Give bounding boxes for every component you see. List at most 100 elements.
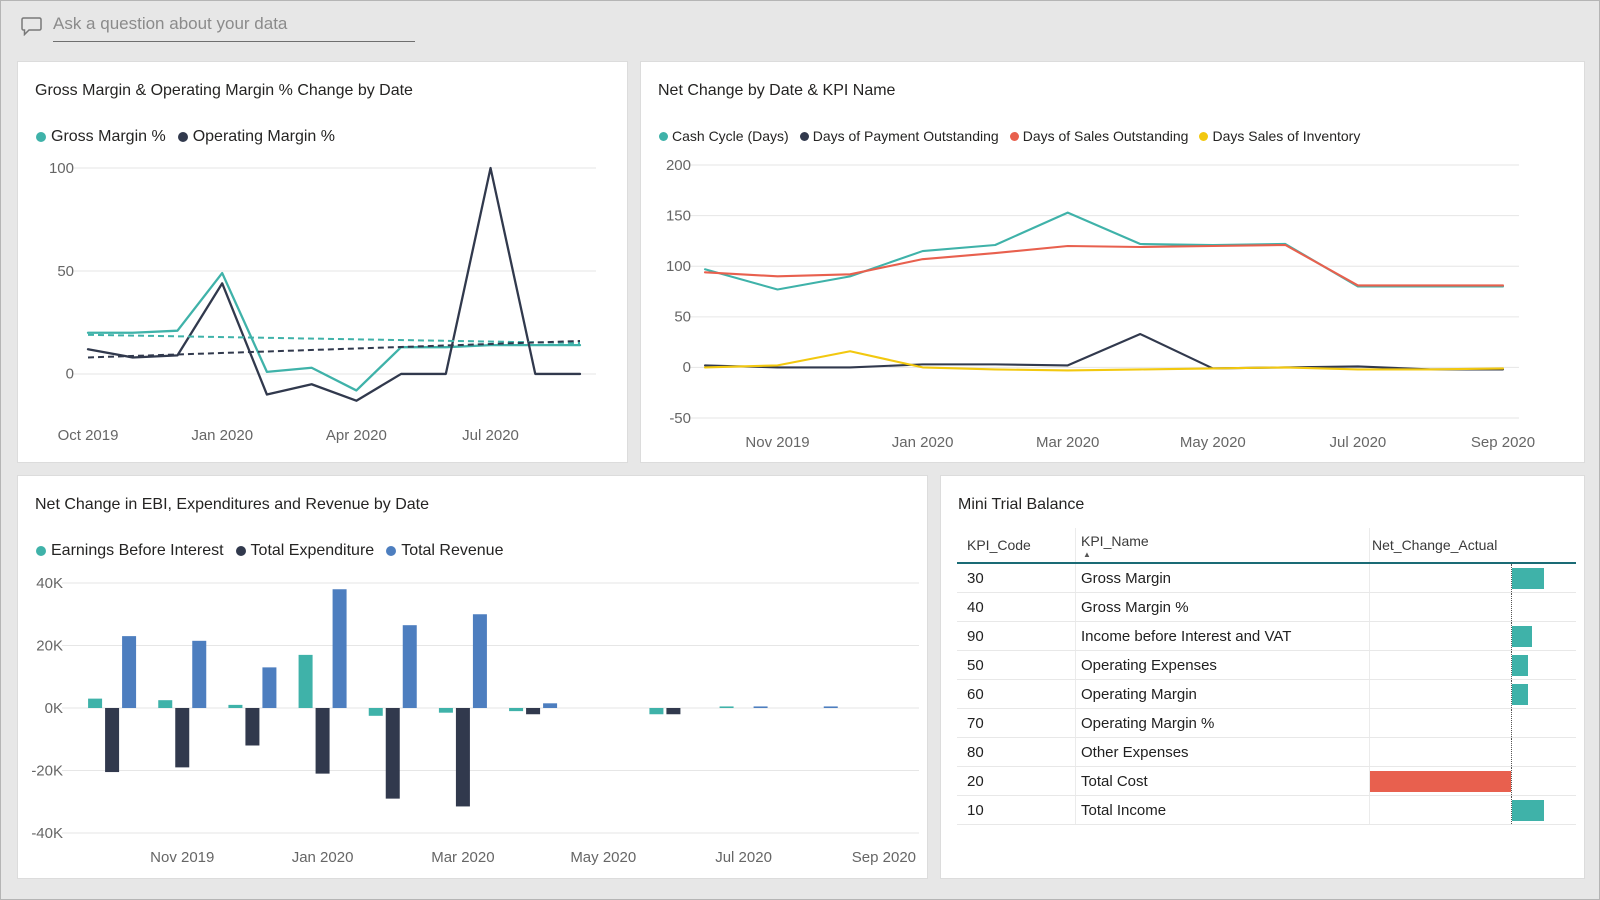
trendline[interactable] <box>88 341 580 357</box>
bar[interactable] <box>105 708 119 772</box>
legend-item[interactable]: Total Revenue <box>386 542 503 560</box>
kpi-line-chart[interactable]: 200150100500-50Nov 2019Jan 2020Mar 2020M… <box>649 154 1576 458</box>
cell-kpi-name: Operating Margin <box>1075 680 1369 708</box>
bar[interactable] <box>158 700 172 708</box>
col-header-net-change[interactable]: Net_Change_Actual <box>1369 528 1576 562</box>
bar[interactable] <box>543 703 557 708</box>
legend-dot-icon <box>659 132 668 141</box>
bar[interactable] <box>720 706 734 708</box>
bar[interactable] <box>245 708 259 746</box>
cell-kpi-name: Total Cost <box>1075 767 1369 795</box>
cell-kpi-name: Other Expenses <box>1075 738 1369 766</box>
legend-label: Days of Payment Outstanding <box>813 128 999 144</box>
table-row[interactable]: 90Income before Interest and VAT <box>957 622 1576 651</box>
bar[interactable] <box>122 636 136 708</box>
table-row[interactable]: 10Total Income <box>957 796 1576 825</box>
cell-kpi-code: 40 <box>957 593 1075 621</box>
x-axis-tick: Sep 2020 <box>1471 434 1535 451</box>
bar[interactable] <box>456 708 470 806</box>
legend-item[interactable]: Gross Margin % <box>36 128 166 146</box>
cell-net-change <box>1369 564 1576 592</box>
legend-item[interactable]: Operating Margin % <box>178 128 335 146</box>
bar[interactable] <box>369 708 383 716</box>
legend-item[interactable]: Total Expenditure <box>236 542 375 560</box>
table-row[interactable]: 80Other Expenses <box>957 738 1576 767</box>
bar[interactable] <box>192 641 206 708</box>
x-axis-tick: Jul 2020 <box>1330 434 1387 451</box>
bar[interactable] <box>526 708 540 714</box>
bar[interactable] <box>175 708 189 767</box>
table-row[interactable]: 20Total Cost <box>957 767 1576 796</box>
speech-bubble-icon <box>21 16 43 41</box>
legend-item[interactable]: Days of Sales Outstanding <box>1010 128 1189 144</box>
cell-net-change <box>1369 796 1576 824</box>
bar[interactable] <box>228 705 242 708</box>
legend-dot-icon <box>800 132 809 141</box>
series-line[interactable] <box>705 213 1503 290</box>
bar[interactable] <box>386 708 400 799</box>
qa-bar[interactable]: Ask a question about your data <box>21 14 415 42</box>
bar[interactable] <box>649 708 663 714</box>
x-axis-tick: May 2020 <box>570 849 636 866</box>
legend-dot-icon <box>178 132 188 142</box>
cell-kpi-name: Gross Margin % <box>1075 593 1369 621</box>
table-row[interactable]: 40Gross Margin % <box>957 593 1576 622</box>
card-kpi-chart: Net Change by Date & KPI Name Cash Cycle… <box>640 61 1585 463</box>
y-axis-tick: 40K <box>36 575 63 592</box>
bar[interactable] <box>439 708 453 713</box>
bar[interactable] <box>262 667 276 708</box>
legend-item[interactable]: Cash Cycle (Days) <box>659 128 789 144</box>
trendline[interactable] <box>88 335 580 343</box>
legend-label: Total Revenue <box>401 542 503 560</box>
cell-kpi-code: 30 <box>957 564 1075 592</box>
bar[interactable] <box>333 589 347 708</box>
series-line[interactable] <box>705 334 1503 369</box>
table-row[interactable]: 50Operating Expenses <box>957 651 1576 680</box>
bar[interactable] <box>88 699 102 708</box>
legend-item[interactable]: Earnings Before Interest <box>36 542 224 560</box>
col-header-kpi-name[interactable]: KPI_Name ▲ <box>1075 528 1369 562</box>
card-trial-balance: Mini Trial Balance KPI_Code KPI_Name ▲ N… <box>940 475 1585 879</box>
x-axis-tick: Jul 2020 <box>462 427 519 444</box>
margin-line-chart[interactable]: 100500Oct 2019Jan 2020Apr 2020Jul 2020 <box>26 154 619 458</box>
x-axis-tick: Nov 2019 <box>745 434 809 451</box>
table-row[interactable]: 30Gross Margin <box>957 564 1576 593</box>
series-line[interactable] <box>705 245 1503 285</box>
bar[interactable] <box>824 706 838 708</box>
series-line[interactable] <box>88 273 580 390</box>
bar[interactable] <box>509 708 523 711</box>
bar[interactable] <box>666 708 680 714</box>
powerbi-dashboard: { "qa": { "placeholder": "Ask a question… <box>0 0 1600 900</box>
series-line[interactable] <box>88 168 580 401</box>
legend-dot-icon <box>36 546 46 556</box>
y-axis-tick: 20K <box>36 637 63 654</box>
col-header-kpi-code[interactable]: KPI_Code <box>957 528 1075 562</box>
qa-input[interactable]: Ask a question about your data <box>53 14 415 42</box>
cell-net-change <box>1369 680 1576 708</box>
ebi_chart-canvas[interactable]: 40K20K0K-20K-40KNov 2019Jan 2020Mar 2020… <box>26 568 919 874</box>
legend-dot-icon <box>36 132 46 142</box>
legend-label: Days of Sales Outstanding <box>1023 128 1189 144</box>
bar[interactable] <box>403 625 417 708</box>
cell-net-change <box>1369 622 1576 650</box>
legend-label: Days Sales of Inventory <box>1212 128 1360 144</box>
x-axis-tick: Oct 2019 <box>58 427 119 444</box>
bar[interactable] <box>754 706 768 708</box>
kpi_chart-canvas[interactable]: 200150100500-50Nov 2019Jan 2020Mar 2020M… <box>649 154 1576 458</box>
table-row[interactable]: 60Operating Margin <box>957 680 1576 709</box>
bar[interactable] <box>316 708 330 774</box>
bar[interactable] <box>473 614 487 708</box>
x-axis-tick: Mar 2020 <box>1036 434 1099 451</box>
table-row[interactable]: 70Operating Margin % <box>957 709 1576 738</box>
bar[interactable] <box>299 655 313 708</box>
cell-kpi-name: Total Income <box>1075 796 1369 824</box>
data-bar-negative <box>1370 771 1511 792</box>
legend-item[interactable]: Days of Payment Outstanding <box>800 128 999 144</box>
y-axis-tick: 0K <box>45 700 63 717</box>
ebi-bar-chart[interactable]: 40K20K0K-20K-40KNov 2019Jan 2020Mar 2020… <box>26 568 919 874</box>
x-axis-tick: Jan 2020 <box>892 434 954 451</box>
margin_chart-canvas[interactable]: 100500Oct 2019Jan 2020Apr 2020Jul 2020 <box>26 154 619 458</box>
cell-net-change <box>1369 593 1576 621</box>
legend-item[interactable]: Days Sales of Inventory <box>1199 128 1360 144</box>
legend-label: Gross Margin % <box>51 128 166 146</box>
